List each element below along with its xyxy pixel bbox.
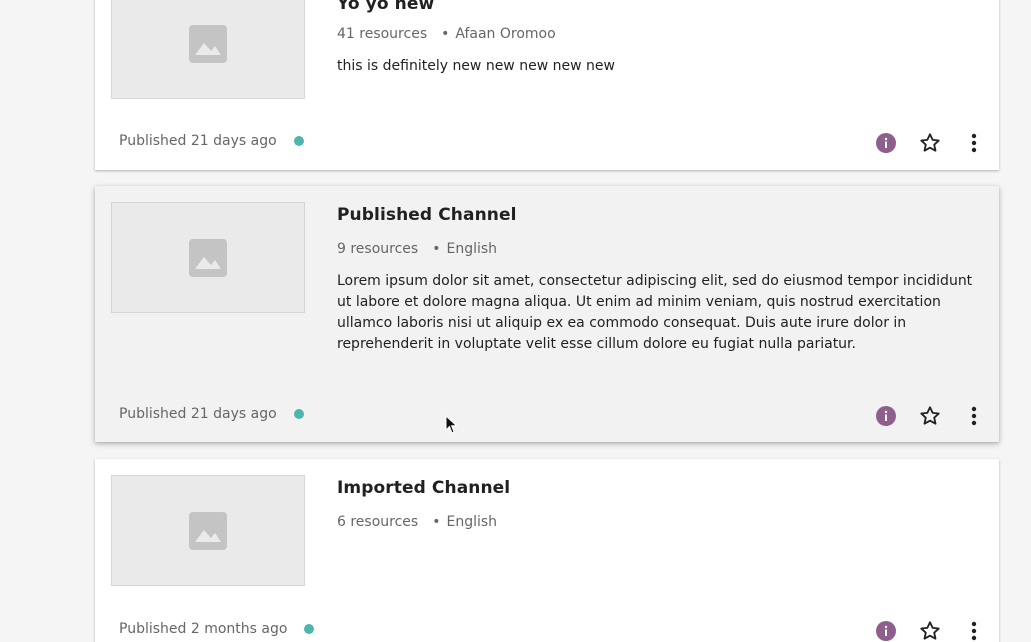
publish-status: Published 21 days ago	[119, 133, 304, 149]
channel-card[interactable]: Yo yo new 41 resources • Afaan Oromoo this…	[95, 0, 999, 170]
more-vert-icon[interactable]	[963, 620, 985, 642]
channel-description: Lorem ipsum dolor sit amet, consectetur …	[337, 273, 973, 352]
more-vert-icon[interactable]	[963, 132, 985, 154]
channel-card[interactable]: Imported Channel 6 resources • English Pub…	[95, 459, 999, 642]
card-actions	[875, 620, 985, 642]
status-dot	[304, 624, 315, 634]
star-outline-icon[interactable]	[919, 620, 941, 642]
meta-separator: •	[441, 26, 450, 42]
published-date: Published 21 days ago	[119, 133, 277, 149]
channel-language: English	[446, 514, 498, 530]
info-icon[interactable]	[875, 405, 897, 427]
channel-title[interactable]: Imported Channel	[337, 478, 510, 498]
channel-meta: 9 resources • English	[337, 241, 497, 257]
card-actions	[875, 405, 985, 427]
mouse-pointer-icon	[445, 415, 458, 434]
card-actions	[875, 132, 985, 154]
meta-separator: •	[432, 514, 441, 530]
channel-thumbnail	[111, 202, 305, 313]
channel-description: this is definitely new new new new new	[337, 58, 615, 74]
channel-language: Afaan Oromoo	[455, 26, 556, 42]
channel-title[interactable]: Yo yo new	[337, 0, 434, 14]
channel-thumbnail	[111, 0, 305, 99]
meta-separator: •	[432, 241, 441, 257]
image-placeholder-icon	[189, 24, 227, 63]
channel-card[interactable]: Published Channel 9 resources • English Lo…	[95, 186, 999, 442]
status-dot	[293, 409, 304, 419]
info-icon[interactable]	[875, 620, 897, 642]
channel-thumbnail	[111, 475, 305, 586]
info-icon[interactable]	[875, 132, 897, 154]
resource-count: 41 resources	[337, 26, 428, 42]
published-date: Published 2 months ago	[119, 621, 288, 637]
channel-meta: 6 resources • English	[337, 514, 497, 530]
published-date: Published 21 days ago	[119, 406, 277, 422]
image-placeholder-icon	[189, 238, 227, 277]
more-vert-icon[interactable]	[963, 405, 985, 427]
publish-status: Published 2 months ago	[119, 621, 315, 637]
publish-status: Published 21 days ago	[119, 406, 304, 422]
resource-count: 6 resources	[337, 514, 419, 530]
channel-list-page: Yo yo new 41 resources • Afaan Oromoo this…	[0, 0, 1031, 642]
status-dot	[293, 136, 304, 146]
star-outline-icon[interactable]	[919, 132, 941, 154]
channel-language: English	[446, 241, 498, 257]
resource-count: 9 resources	[337, 241, 419, 257]
channel-title[interactable]: Published Channel	[337, 205, 517, 225]
image-placeholder-icon	[189, 511, 227, 550]
star-outline-icon[interactable]	[919, 405, 941, 427]
channel-meta: 41 resources • Afaan Oromoo	[337, 26, 556, 42]
